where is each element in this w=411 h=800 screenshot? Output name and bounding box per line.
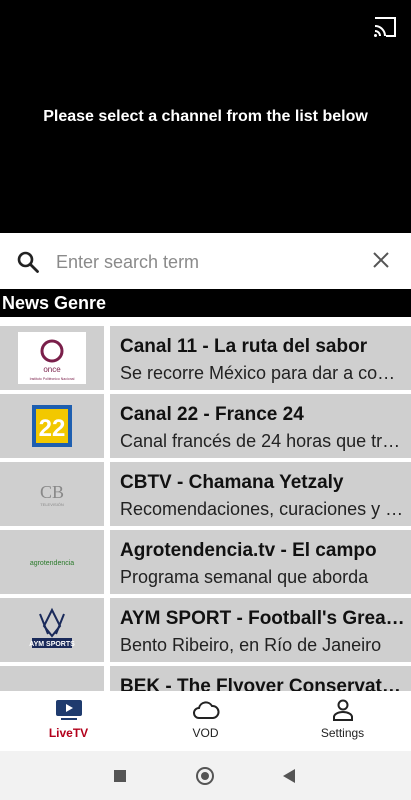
tv-icon: [55, 700, 82, 720]
channel-thumbnail[interactable]: AYM SPORTS: [0, 598, 104, 662]
channel-info[interactable]: Canal 22 - France 24 Canal francés de 24…: [110, 394, 411, 458]
channel-description: Bento Ribeiro, en Río de Janeiro: [120, 635, 382, 655]
channel-thumbnail[interactable]: [0, 666, 104, 691]
channel-title: Canal 11 - La ruta del sabor: [120, 336, 368, 357]
nav-livetv[interactable]: LiveTV: [0, 691, 137, 751]
once-logo: once Instituto Politécnico Nacional: [18, 332, 86, 384]
player-message: Please select a channel from the list be…: [43, 108, 368, 125]
cloud-icon: [192, 701, 219, 719]
search-icon: [17, 251, 39, 273]
channel-row[interactable]: AYM SPORTS AYM SPORT - Football's Greate…: [0, 598, 411, 662]
channel-info[interactable]: CBTV - Chamana Yetzaly Recomendaciones, …: [110, 462, 411, 526]
cast-icon[interactable]: [373, 17, 397, 37]
nav-vod[interactable]: VOD: [137, 691, 274, 751]
once-logo-subtext: Instituto Politécnico Nacional: [30, 377, 75, 381]
cbtv-logo-subtext: TELEVISIÓN: [40, 502, 64, 507]
clear-search-icon[interactable]: [371, 250, 391, 270]
agrotendencia-logo-text: agrotendencia: [30, 560, 74, 567]
system-navigation-bar: [0, 751, 411, 800]
channel-thumbnail[interactable]: CB TELEVISIÓN: [0, 462, 104, 526]
channel-description: Recomendaciones, curaciones y rituales: [120, 499, 405, 519]
channel-info[interactable]: BEK - The Flyover Conservative: [110, 666, 411, 691]
channel-description: Canal francés de 24 horas que transmite: [120, 431, 405, 451]
bottom-navigation: LiveTV VOD Settings: [0, 691, 411, 751]
channel-title: Canal 22 - France 24: [120, 404, 304, 425]
home-icon[interactable]: [196, 767, 214, 785]
nav-label: VOD: [192, 726, 219, 740]
channel-list[interactable]: once Instituto Politécnico Nacional Cana…: [0, 321, 411, 691]
channel-title: Agrotendencia.tv - El campo: [120, 540, 377, 561]
aym-sports-logo: AYM SPORTS: [18, 604, 86, 656]
genre-header: News Genre: [0, 289, 411, 317]
person-icon: [332, 699, 353, 721]
canal22-logo-text: 22: [39, 415, 66, 442]
nav-settings[interactable]: Settings: [274, 691, 411, 751]
once-logo-text: once: [43, 365, 61, 374]
nav-label: Settings: [320, 726, 365, 740]
search-input[interactable]: [54, 245, 358, 279]
bek-logo: [18, 672, 86, 691]
channel-description: Programa semanal que aborda: [120, 567, 369, 587]
video-player[interactable]: Please select a channel from the list be…: [0, 0, 411, 233]
nav-label: LiveTV: [48, 726, 89, 740]
cbtv-logo: CB TELEVISIÓN: [18, 468, 86, 520]
cbtv-logo-text: CB: [40, 482, 64, 502]
channel-row[interactable]: BEK - The Flyover Conservative: [0, 666, 411, 691]
channel-title: CBTV - Chamana Yetzaly: [120, 472, 344, 493]
recents-icon[interactable]: [114, 770, 126, 782]
channel-row[interactable]: CB TELEVISIÓN CBTV - Chamana Yetzaly Rec…: [0, 462, 411, 526]
search-bar: [0, 233, 411, 289]
channel-row[interactable]: once Instituto Politécnico Nacional Cana…: [0, 326, 411, 390]
aym-logo-text: AYM SPORTS: [29, 641, 75, 648]
channel-thumbnail[interactable]: once Instituto Politécnico Nacional: [0, 326, 104, 390]
channel-info[interactable]: AYM SPORT - Football's Greatest Bento Ri…: [110, 598, 411, 662]
channel-title: BEK - The Flyover Conservative: [120, 676, 405, 691]
channel-description: Se recorre México para dar a conocer: [120, 363, 405, 383]
channel-title: AYM SPORT - Football's Greatest: [120, 608, 405, 629]
back-icon[interactable]: [283, 769, 295, 783]
channel-thumbnail[interactable]: agrotendencia: [0, 530, 104, 594]
channel-row[interactable]: agrotendencia Agrotendencia.tv - El camp…: [0, 530, 411, 594]
channel-thumbnail[interactable]: 22: [0, 394, 104, 458]
agrotendencia-logo: agrotendencia: [18, 536, 86, 588]
channel-info[interactable]: Canal 11 - La ruta del sabor Se recorre …: [110, 326, 411, 390]
canal22-logo: 22: [18, 400, 86, 452]
channel-info[interactable]: Agrotendencia.tv - El campo Programa sem…: [110, 530, 411, 594]
channel-row[interactable]: 22 Canal 22 - France 24 Canal francés de…: [0, 394, 411, 458]
